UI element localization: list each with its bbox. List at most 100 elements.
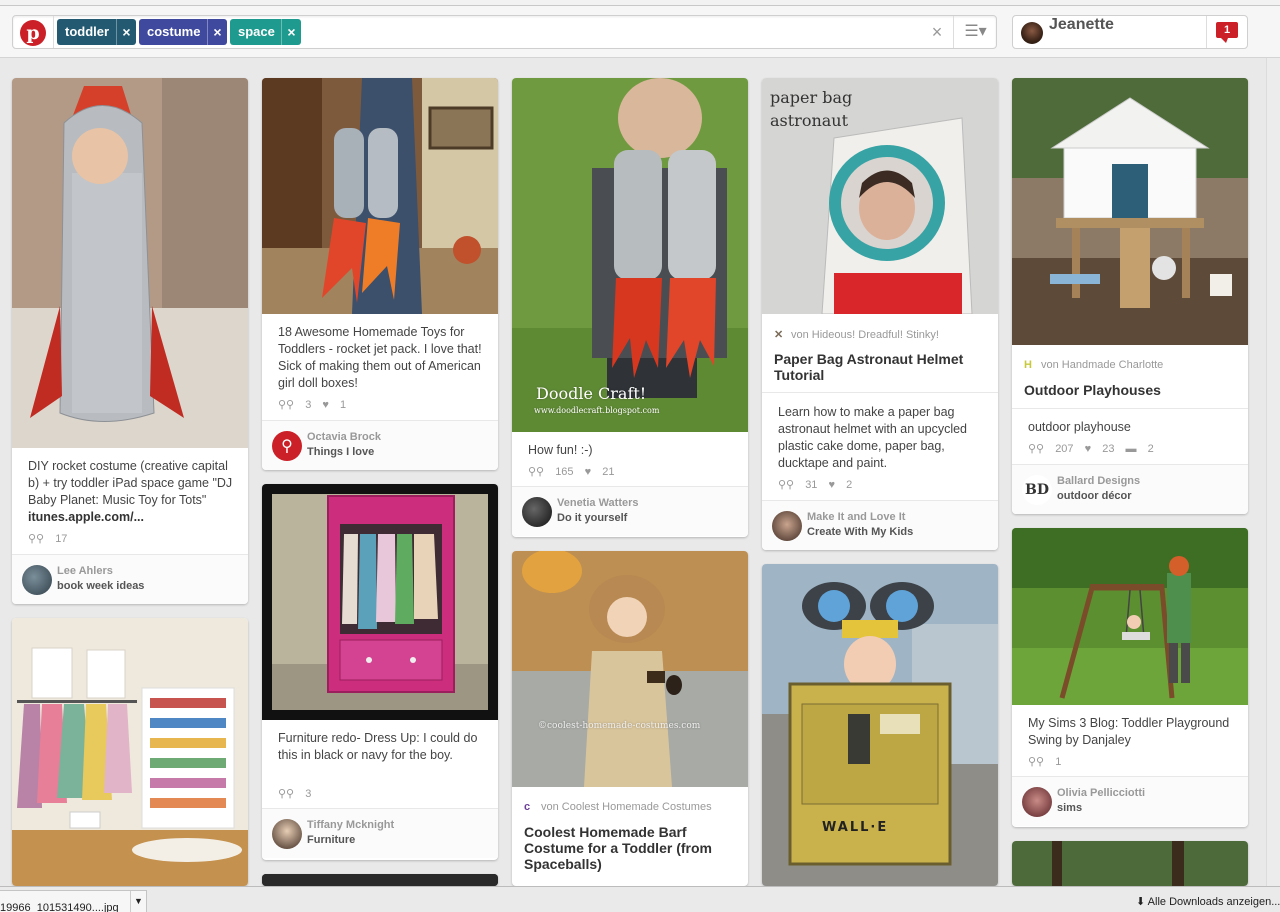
search-tag-space[interactable]: space ×: [230, 19, 301, 45]
avatar[interactable]: [772, 511, 802, 541]
pin-card[interactable]: Doodle Craft! www.doodlecraft.blogspot.c…: [512, 78, 748, 537]
board-name[interactable]: Furniture: [307, 834, 355, 846]
board-name[interactable]: Things I love: [307, 446, 374, 458]
avatar[interactable]: [22, 565, 52, 595]
board-name[interactable]: Do it yourself: [557, 512, 627, 524]
pin-image-pink-wardrobe[interactable]: [262, 484, 498, 720]
pin-footer[interactable]: BD Ballard Designs outdoor décor: [1012, 464, 1248, 514]
source-icon: H: [1024, 359, 1032, 371]
pin-card[interactable]: 18 Awesome Homemade Toys for Toddlers - …: [262, 78, 498, 470]
pin-image-rocket-jetpack[interactable]: [262, 78, 498, 314]
user-box[interactable]: Jeanette 1: [1012, 15, 1248, 49]
search-bar[interactable]: p toddler × costume × space × × ☰▾: [12, 15, 997, 49]
pin-footer[interactable]: Olivia Pellicciotti sims: [1012, 776, 1248, 826]
avatar[interactable]: [522, 497, 552, 527]
download-icon: ⬇: [1136, 896, 1146, 908]
pin-source-link[interactable]: itunes.apple.com/...: [28, 510, 144, 524]
user-name[interactable]: Jeanette: [1049, 16, 1114, 34]
avatar[interactable]: [1022, 787, 1052, 817]
pinner-name[interactable]: Venetia Watters: [557, 497, 639, 509]
avatar[interactable]: [1021, 22, 1043, 44]
chevron-down-icon[interactable]: ▼: [130, 891, 146, 912]
download-bar: 19966_101531490....jpg ▼ ⬇ Alle Download…: [0, 886, 1280, 912]
pinner-name[interactable]: Ballard Designs: [1057, 475, 1140, 487]
like-icon: ♥: [584, 466, 592, 478]
pin-image-dressup-corner[interactable]: [12, 618, 248, 886]
repin-icon: ⚲⚲: [778, 479, 795, 491]
pin-card[interactable]: WALL·E: [762, 564, 998, 886]
menu-button[interactable]: ☰▾: [953, 16, 997, 48]
pinner-name[interactable]: Octavia Brock: [307, 431, 381, 443]
board-name[interactable]: outdoor décor: [1057, 490, 1132, 502]
pin-card[interactable]: Hvon Handmade Charlotte Outdoor Playhous…: [1012, 78, 1248, 514]
show-all-downloads-label: Alle Downloads anzeigen...: [1147, 896, 1280, 908]
pin-image[interactable]: [262, 874, 498, 886]
tag-label: space: [238, 24, 275, 39]
image-overlay-line1: paper bag: [770, 88, 853, 107]
search-tag-costume[interactable]: costume ×: [139, 19, 227, 45]
download-item[interactable]: 19966_101531490....jpg ▼: [0, 890, 147, 912]
pin-image-rocket-costume[interactable]: [12, 78, 248, 448]
pin-card[interactable]: ©coolest-homemade-costumes.com c von Cool…: [512, 551, 748, 886]
show-all-downloads-link[interactable]: ⬇ Alle Downloads anzeigen...: [1136, 895, 1280, 908]
pin-card[interactable]: [262, 874, 498, 886]
pin-via[interactable]: c von Coolest Homemade Costumes: [524, 801, 712, 813]
pin-card[interactable]: [1012, 841, 1248, 886]
pin-card[interactable]: Furniture redo- Dress Up: I could do thi…: [262, 484, 498, 860]
board-name[interactable]: Create With My Kids: [807, 526, 913, 538]
pin-footer[interactable]: Tiffany Mcknight Furniture: [262, 808, 498, 858]
remove-tag-icon[interactable]: ×: [116, 19, 136, 45]
pin-image-bottle-jetpack[interactable]: [512, 78, 748, 432]
pin-title[interactable]: Outdoor Playhouses: [1024, 382, 1234, 398]
remove-tag-icon[interactable]: ×: [207, 19, 227, 45]
pinner-name[interactable]: Olivia Pellicciotti: [1057, 787, 1145, 799]
ballard-logo[interactable]: BD: [1022, 475, 1052, 505]
pin-description: DIY rocket costume (creative capital b) …: [28, 458, 233, 526]
remove-tag-icon[interactable]: ×: [281, 19, 301, 45]
pin-image-barf-costume[interactable]: [512, 551, 748, 787]
pin-card[interactable]: DIY rocket costume (creative capital b) …: [12, 78, 248, 604]
pin-card[interactable]: paper bag astronaut ✕ von Hideous! Dreadf…: [762, 78, 998, 550]
download-filename: 19966_101531490....jpg: [0, 902, 119, 912]
pin-footer[interactable]: Venetia Watters Do it yourself: [512, 486, 748, 536]
pin-via[interactable]: Hvon Handmade Charlotte: [1024, 359, 1163, 371]
repin-icon: ⚲⚲: [1028, 443, 1045, 455]
via-text: von Coolest Homemade Costumes: [541, 801, 712, 813]
repin-count: 3: [305, 788, 312, 800]
pushpin-icon[interactable]: ⚲: [272, 431, 302, 461]
notification-badge[interactable]: 1: [1216, 22, 1238, 43]
pinner-name[interactable]: Make It and Love It: [807, 511, 905, 523]
avatar[interactable]: [272, 819, 302, 849]
pin-footer[interactable]: Lee Ahlers book week ideas: [12, 554, 248, 604]
search-tag-toddler[interactable]: toddler ×: [57, 19, 136, 45]
repin-icon: ⚲⚲: [278, 788, 295, 800]
clear-search-icon[interactable]: ×: [927, 20, 947, 44]
pin-image-treehouse[interactable]: [1012, 841, 1248, 886]
repin-icon: ⚲⚲: [528, 466, 545, 478]
pin-description: Furniture redo- Dress Up: I could do thi…: [278, 731, 478, 762]
divider: [1012, 408, 1248, 409]
pin-footer[interactable]: ⚲ Octavia Brock Things I love: [262, 420, 498, 470]
pin-title[interactable]: Paper Bag Astronaut Helmet Tutorial: [774, 351, 984, 383]
board-name[interactable]: sims: [1057, 802, 1082, 814]
pin-stats: ⚲⚲ 3: [278, 787, 319, 800]
pin-footer[interactable]: Make It and Love It Create With My Kids: [762, 500, 998, 550]
pin-card[interactable]: My Sims 3 Blog: Toddler Playground Swing…: [1012, 528, 1248, 827]
pin-via[interactable]: ✕ von Hideous! Dreadful! Stinky!: [774, 328, 939, 341]
pinterest-logo-icon[interactable]: p: [20, 20, 46, 46]
pin-title[interactable]: Coolest Homemade Barf Costume for a Todd…: [524, 824, 734, 872]
pin-image-outdoor-playhouse[interactable]: [1012, 78, 1248, 345]
divider: [762, 392, 998, 393]
board-name[interactable]: book week ideas: [57, 580, 144, 592]
image-watermark: ©coolest-homemade-costumes.com: [538, 721, 701, 731]
pin-stats: ⚲⚲ 165 ♥ 21: [528, 465, 622, 478]
pin-description: Learn how to make a paper bag astronaut …: [778, 405, 967, 470]
pin-card[interactable]: [12, 618, 248, 886]
pin-image-sims-swing[interactable]: [1012, 528, 1248, 705]
pinner-name[interactable]: Lee Ahlers: [57, 565, 113, 577]
pin-image-walle-costume[interactable]: [762, 564, 998, 886]
scrollbar[interactable]: [1266, 58, 1280, 886]
pin-stats: ⚲⚲ 17: [28, 532, 75, 545]
notification-separator: [1206, 16, 1207, 48]
pinner-name[interactable]: Tiffany Mcknight: [307, 819, 394, 831]
